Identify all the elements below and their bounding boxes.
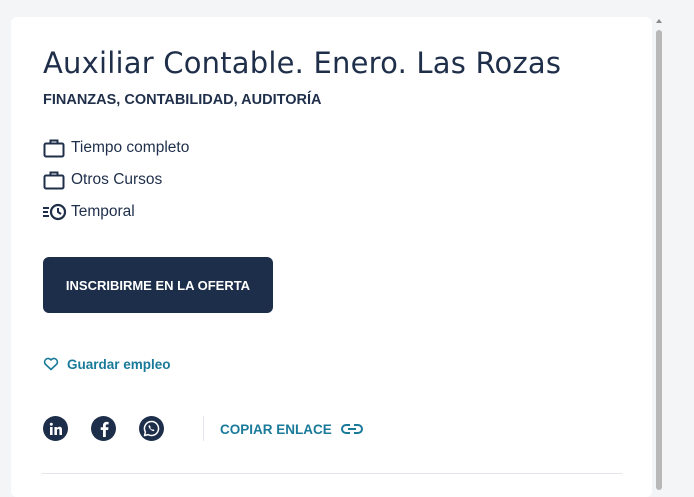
attribute-label: Tiempo completo — [71, 139, 190, 156]
attribute-studies: Otros Cursos — [43, 169, 162, 191]
job-title: Auxiliar Contable. Enero. Las Rozas — [43, 46, 562, 80]
job-category: FINANZAS, CONTABILIDAD, AUDITORÍA — [43, 92, 322, 108]
scrollbar[interactable] — [654, 17, 664, 490]
attribute-label: Otros Cursos — [71, 171, 163, 188]
copy-link-button[interactable]: COPIAR ENLACE — [220, 420, 363, 438]
heart-icon — [43, 356, 59, 372]
attribute-workday: Tiempo completo — [43, 137, 189, 159]
facebook-icon[interactable] — [91, 416, 116, 441]
link-icon — [340, 422, 363, 436]
linkedin-icon[interactable] — [43, 416, 68, 441]
attribute-label: Temporal — [71, 203, 135, 220]
scroll-thumb[interactable] — [656, 30, 662, 490]
section-divider — [42, 473, 622, 474]
scroll-up-arrow[interactable] — [656, 19, 662, 23]
briefcase-icon — [43, 169, 67, 191]
save-job-link[interactable]: Guardar empleo — [43, 354, 171, 374]
save-job-label: Guardar empleo — [67, 356, 171, 372]
apply-button[interactable]: INSCRIBIRME EN LA OFERTA — [43, 257, 273, 313]
share-divider — [203, 416, 204, 441]
schedule-clock-icon — [43, 201, 67, 223]
attribute-contract: Temporal — [43, 201, 135, 223]
briefcase-icon — [43, 137, 67, 159]
whatsapp-icon[interactable] — [139, 416, 164, 441]
copy-link-label: COPIAR ENLACE — [220, 421, 332, 437]
